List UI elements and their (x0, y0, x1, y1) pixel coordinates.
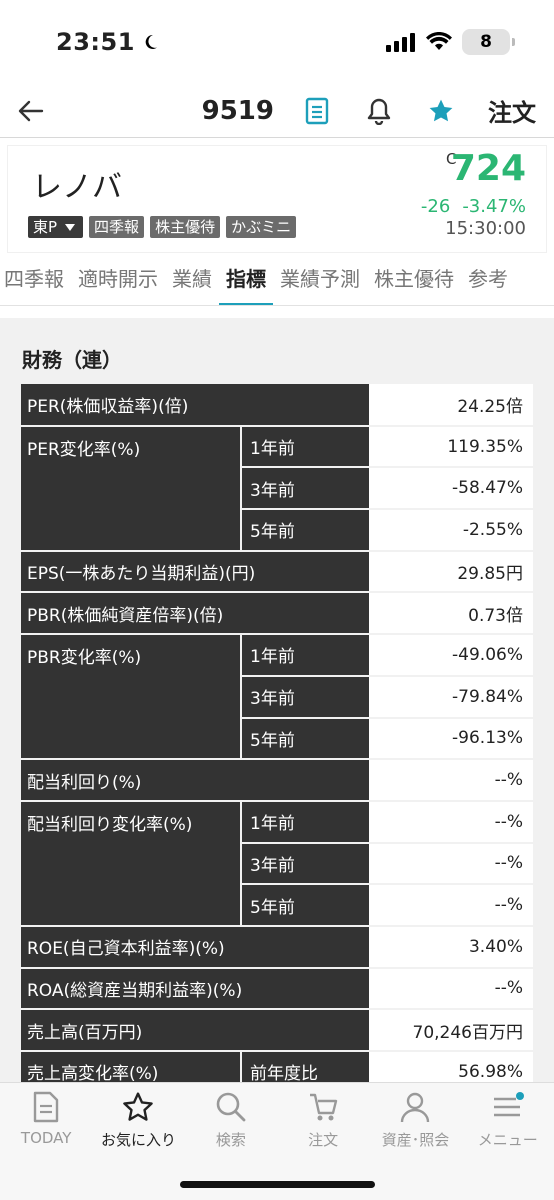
table-row: 配当利回り(%) --% (21, 759, 533, 802)
row-sublabel: 3年前 (240, 467, 369, 511)
row-sublabel: 5年前 (240, 509, 369, 552)
row-sublabel: 1年前 (240, 800, 369, 844)
report-icon[interactable] (298, 92, 336, 130)
section-title: 財務（連） (22, 348, 122, 372)
stock-code: 9519 (201, 95, 274, 126)
wifi-icon (426, 32, 452, 50)
nav-favorites[interactable]: お気に入り (92, 1091, 184, 1200)
tab-performance[interactable]: 業績 (165, 252, 219, 305)
price-change: -26 -3.47% (421, 196, 526, 217)
star-icon (123, 1092, 154, 1121)
row-value: --% (369, 800, 533, 844)
signal-icon (386, 33, 415, 52)
current-price: 724 (450, 148, 526, 189)
row-sublabel: 1年前 (240, 634, 369, 677)
search-icon (216, 1092, 246, 1122)
row-value: -49.06% (369, 634, 533, 677)
table-row: PER(株価収益率)(倍) 24.25倍 (21, 384, 533, 427)
row-value: --% (369, 884, 533, 927)
back-arrow-icon[interactable] (18, 100, 58, 122)
row-sublabel: 3年前 (240, 675, 369, 719)
menu-icon (493, 1092, 524, 1117)
row-value: --% (369, 842, 533, 886)
status-indicators: 8 (386, 29, 515, 55)
table-row: ROA(総資産当期利益率)(%) --% (21, 967, 533, 1011)
nav-assets[interactable]: 資産･照会 (369, 1091, 461, 1200)
row-label: 配当利回り(%) (21, 759, 369, 802)
row-sublabel: 3年前 (240, 842, 369, 886)
row-label: PBR変化率(%) (21, 634, 241, 761)
change-percent: -3.47% (462, 196, 526, 217)
tab-yutai[interactable]: 株主優待 (367, 252, 461, 305)
document-icon (33, 1091, 59, 1123)
bell-icon[interactable] (360, 92, 398, 130)
financial-table: PER(株価収益率)(倍) 24.25倍 PER変化率(%) 1年前 119.3… (21, 384, 533, 1094)
row-value: 119.35% (369, 425, 533, 469)
row-value: -96.13% (369, 717, 533, 761)
cart-icon (310, 1093, 338, 1121)
price-time: 15:30:00 (445, 218, 526, 239)
table-row: PBR(株価純資産倍率)(倍) 0.73倍 (21, 592, 533, 636)
row-value: 3.40% (369, 925, 533, 969)
row-value: 29.85円 (369, 550, 533, 594)
row-sublabel: 1年前 (240, 425, 369, 469)
market-select[interactable]: 東P (28, 216, 84, 238)
table-row: PER変化率(%) 1年前 119.35% (21, 425, 533, 552)
tab-shikiho[interactable]: 四季報 (0, 252, 71, 305)
table-row: 売上高(百万円) 70,246百万円 (21, 1009, 533, 1052)
status-time: 23:51 (56, 28, 159, 56)
star-favorite-icon[interactable] (422, 92, 460, 130)
tag-shikiho: 四季報 (89, 216, 145, 238)
table-row: PBR変化率(%) 1年前 -49.06% (21, 634, 533, 761)
row-value: -58.47% (369, 467, 533, 511)
row-label: 売上高(百万円) (21, 1009, 369, 1052)
stock-header: レノバ 東P 四季報 株主優待 かぶミニ C 724 -26 -3.47% 15… (8, 146, 546, 252)
tag-yutai: 株主優待 (150, 216, 221, 238)
change-amount: -26 (420, 196, 451, 217)
table-row: 配当利回り変化率(%) 1年前 --% (21, 800, 533, 927)
nav-actions: 9519 注文 (202, 92, 536, 130)
row-label: 配当利回り変化率(%) (21, 800, 241, 927)
row-sublabel: 5年前 (240, 884, 369, 927)
tab-disclosure[interactable]: 適時開示 (71, 252, 165, 305)
home-indicator (180, 1181, 375, 1188)
row-label: EPS(一株あたり当期利益)(円) (21, 550, 369, 594)
stock-tags: 東P 四季報 株主優待 かぶミニ (28, 216, 297, 238)
nav-bar: 9519 注文 (0, 84, 554, 138)
stock-name: レノバ (32, 170, 122, 205)
indicator-content: 財務（連） PER(株価収益率)(倍) 24.25倍 PER変化率(%) 1年前… (0, 318, 554, 1200)
nav-menu[interactable]: メニュー (462, 1091, 554, 1200)
tab-indicators[interactable]: 指標 (219, 252, 273, 305)
tab-reference[interactable]: 参考 (461, 252, 515, 305)
order-link[interactable]: 注文 (488, 93, 536, 128)
row-label: ROA(総資産当期利益率)(%) (21, 967, 369, 1011)
tag-kabumini: かぶミニ (226, 216, 297, 238)
row-value: --% (369, 759, 533, 802)
row-value: 24.25倍 (369, 384, 533, 427)
row-label: ROE(自己資本利益率)(%) (21, 925, 369, 969)
row-label: PBR(株価純資産倍率)(倍) (21, 592, 369, 636)
nav-today[interactable]: TODAY (0, 1091, 92, 1200)
row-sublabel: 5年前 (240, 717, 369, 761)
row-label: PER変化率(%) (21, 425, 241, 552)
status-bar: 23:51 8 (0, 0, 554, 84)
row-label: PER(株価収益率)(倍) (21, 384, 369, 427)
tab-forecast[interactable]: 業績予測 (273, 252, 367, 305)
row-value: -2.55% (369, 509, 533, 552)
row-value: 70,246百万円 (369, 1009, 533, 1052)
row-value: --% (369, 967, 533, 1011)
person-icon (401, 1092, 430, 1123)
table-row: ROE(自己資本利益率)(%) 3.40% (21, 925, 533, 969)
bottom-nav: TODAY お気に入り 検索 注文 資産･照会 メニュー (0, 1082, 554, 1200)
tab-bar: 四季報 適時開示 業績 指標 業績予測 株主優待 参考 (0, 252, 554, 306)
moon-icon (145, 34, 157, 49)
battery-icon: 8 (462, 29, 515, 55)
row-value: 0.73倍 (369, 592, 533, 636)
table-row: EPS(一株あたり当期利益)(円) 29.85円 (21, 550, 533, 594)
row-value: -79.84% (369, 675, 533, 719)
